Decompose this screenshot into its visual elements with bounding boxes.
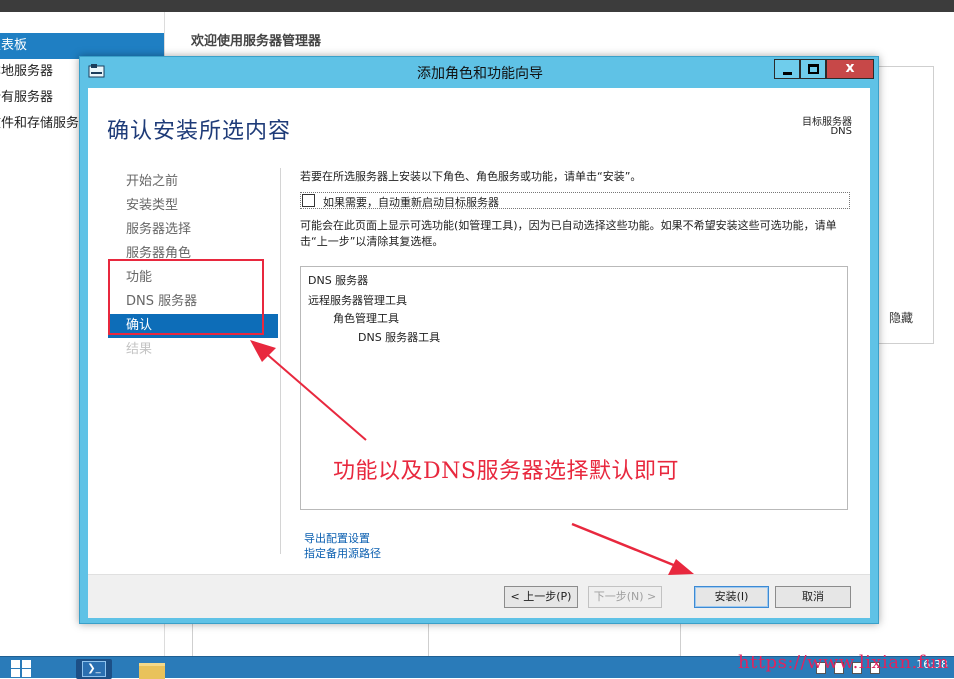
alternate-source-link[interactable]: 指定备用源路径 <box>304 545 381 561</box>
divider <box>192 620 193 656</box>
dialog-title: 添加角色和功能向导 <box>417 66 543 82</box>
close-icon: x <box>845 60 855 76</box>
step-installation-type[interactable]: 安装类型 <box>108 194 278 218</box>
close-button[interactable]: x <box>826 59 874 79</box>
wizard-footer: < 上一步(P) 下一步(N) > 安装(I) 取消 <box>88 574 870 618</box>
hide-link[interactable]: 隐藏 <box>889 309 913 326</box>
powershell-taskbar-button[interactable]: ❯_ <box>76 659 112 679</box>
powershell-icon: ❯_ <box>82 661 106 677</box>
windows-logo-icon <box>22 660 31 668</box>
restart-checkbox-label[interactable]: 如果需要，自动重新启动目标服务器 <box>323 194 499 210</box>
optional-features-note: 可能会在此页面上显示可选功能(如管理工具)，因为已自动选择这些功能。如果不希望安… <box>300 219 837 248</box>
step-results: 结果 <box>126 342 153 357</box>
windows-logo-icon <box>11 660 20 668</box>
start-button[interactable] <box>0 657 58 679</box>
install-button[interactable]: 安装(I) <box>694 586 769 608</box>
annotation-highlight-box <box>108 259 264 335</box>
sidebar-item-label: 所有服务器 <box>0 90 54 105</box>
next-button[interactable]: 下一步(N) > <box>588 586 662 608</box>
maximize-icon <box>808 64 819 74</box>
minimize-icon <box>783 72 792 75</box>
add-roles-wizard-dialog: 添加角色和功能向导 x 确认安装所选内容 目标服务器 DNS 开始之前 安装类型… <box>79 56 879 624</box>
sidebar-item-label: 仪表板 <box>0 38 28 53</box>
export-config-link[interactable]: 导出配置设置 <box>304 530 370 546</box>
watermark: https://www.lixian.fun <box>738 652 950 673</box>
server-manager-top-bar <box>0 0 954 12</box>
welcome-title: 欢迎使用服务器管理器 <box>191 34 322 49</box>
list-item: DNS 服务器 <box>308 274 369 287</box>
step-before-you-begin[interactable]: 开始之前 <box>108 170 278 194</box>
windows-logo-icon <box>11 669 20 677</box>
minimize-button[interactable] <box>774 59 800 79</box>
wizard-content-area: 确认安装所选内容 目标服务器 DNS 开始之前 安装类型 服务器选择 服务器角色… <box>88 88 870 618</box>
sidebar-item-label: 本地服务器 <box>0 64 54 79</box>
list-item: 角色管理工具 <box>333 312 399 325</box>
annotation-text: 功能以及DNS服务器选择默认即可 <box>333 459 679 484</box>
selection-list[interactable]: DNS 服务器 远程服务器管理工具 角色管理工具 DNS 服务器工具 功能以及D… <box>300 266 848 510</box>
page-heading: 确认安装所选内容 <box>107 119 292 144</box>
maximize-button[interactable] <box>800 59 826 79</box>
cancel-button[interactable]: 取消 <box>775 586 851 608</box>
restart-option[interactable]: 如果需要，自动重新启动目标服务器 <box>300 192 850 209</box>
welcome-panel: 隐藏 <box>878 66 934 344</box>
divider <box>680 620 681 656</box>
folder-icon <box>139 663 165 679</box>
nav-separator <box>280 168 281 554</box>
restart-checkbox[interactable] <box>302 194 315 207</box>
sidebar-item-label: 文件和存储服务 <box>0 116 80 131</box>
previous-button[interactable]: < 上一步(P) <box>504 586 578 608</box>
windows-logo-icon <box>22 669 31 677</box>
explorer-taskbar-button[interactable] <box>134 659 170 679</box>
step-server-selection[interactable]: 服务器选择 <box>108 218 278 242</box>
divider <box>428 620 429 656</box>
intro-text: 若要在所选服务器上安装以下角色、角色服务或功能，请单击“安装”。 <box>300 170 642 183</box>
target-server-value: DNS <box>830 126 852 137</box>
list-item: 远程服务器管理工具 <box>308 294 407 307</box>
list-item: DNS 服务器工具 <box>358 331 441 344</box>
